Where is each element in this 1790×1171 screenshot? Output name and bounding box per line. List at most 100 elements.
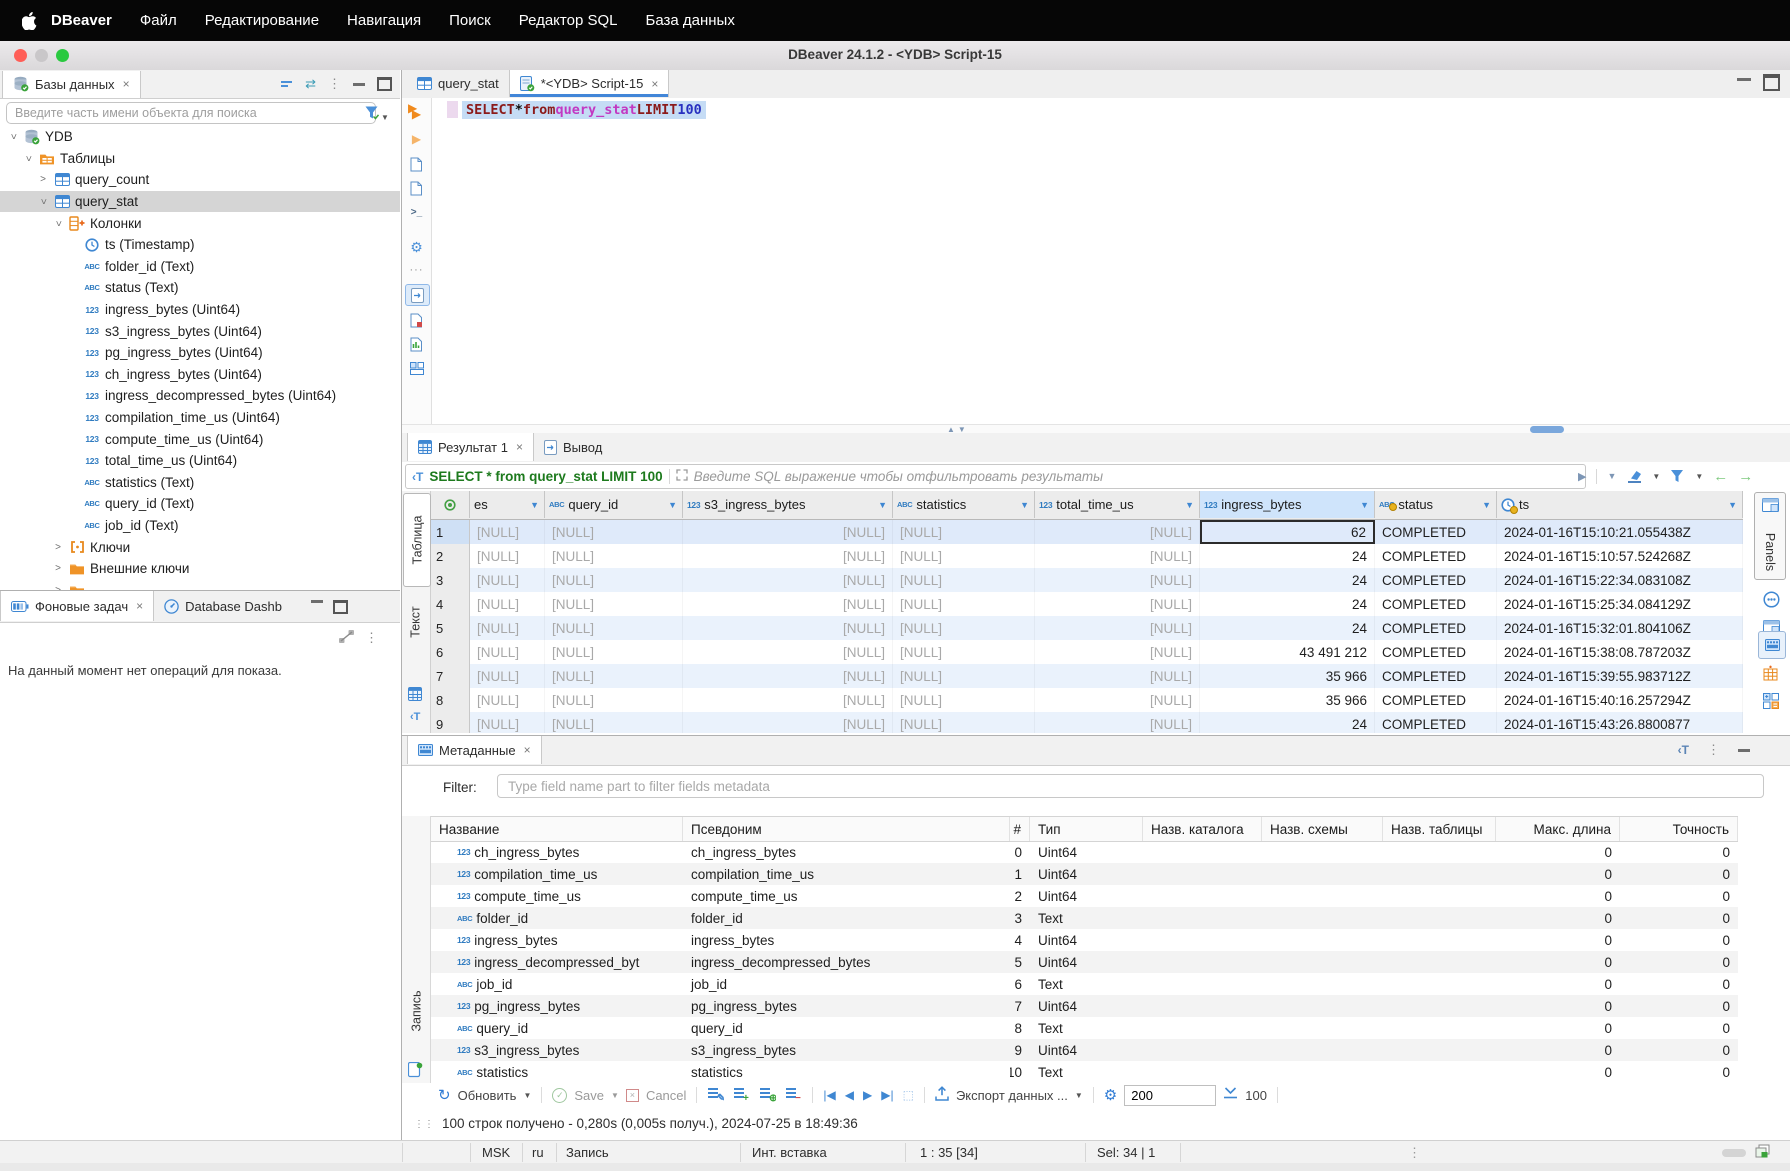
meta-cell[interactable] — [1143, 1061, 1262, 1083]
meta-cell[interactable] — [1262, 995, 1383, 1017]
meta-cell[interactable] — [1143, 973, 1262, 995]
cancel-button[interactable]: Cancel — [646, 1088, 686, 1103]
meta-cell[interactable] — [1143, 885, 1262, 907]
cell-statistics[interactable]: [NULL] — [893, 544, 1035, 568]
row-number[interactable]: 7 — [431, 664, 470, 688]
cell-statistics[interactable]: [NULL] — [893, 712, 1035, 733]
last-row-icon[interactable]: ▶| — [881, 1088, 893, 1102]
cell-ingress_bytes[interactable]: 35 966 — [1200, 664, 1375, 688]
tree-item-compilation_time_us-uint64-[interactable]: 123compilation_time_us (Uint64) — [0, 407, 400, 429]
save-button[interactable]: Save — [574, 1088, 604, 1103]
meta-cell[interactable] — [1383, 885, 1496, 907]
close-icon[interactable]: × — [136, 599, 143, 613]
minimize-icon[interactable] — [311, 600, 323, 603]
sort-dropdown-icon[interactable]: ▼ — [668, 500, 677, 510]
menubar-item-навигация[interactable]: Навигация — [333, 12, 435, 29]
cell-status[interactable]: COMPLETED — [1375, 520, 1497, 544]
meta-cell[interactable]: 0 — [1496, 951, 1620, 973]
chevron-down-icon[interactable]: > — [8, 132, 19, 142]
meta-cell[interactable] — [1262, 951, 1383, 973]
apple-icon[interactable] — [22, 12, 37, 30]
cell-ts[interactable]: 2024-01-16T15:39:55.983712Z — [1497, 664, 1743, 688]
meta-cell[interactable]: compute_time_us — [683, 885, 1010, 907]
results-tab-вывод[interactable]: Вывод — [534, 433, 612, 461]
cell-query_id[interactable]: [NULL] — [545, 640, 683, 664]
cell-status[interactable]: COMPLETED — [1375, 592, 1497, 616]
meta-cell[interactable]: 0 — [1620, 1039, 1738, 1061]
cell-query_id[interactable]: [NULL] — [545, 592, 683, 616]
menubar-item-база-данных[interactable]: База данных — [631, 12, 748, 29]
row-number[interactable]: 1 — [431, 520, 470, 544]
meta-cell[interactable] — [1383, 1061, 1496, 1083]
filter-back-icon[interactable]: ← — [1713, 468, 1728, 485]
cell-total_time_us[interactable]: [NULL] — [1035, 544, 1200, 568]
cell-total_time_us[interactable]: [NULL] — [1035, 520, 1200, 544]
metadata-panel-icon[interactable] — [1758, 631, 1786, 659]
meta-cell[interactable]: Text — [1030, 973, 1143, 995]
cell-ts[interactable]: 2024-01-16T15:10:57.524268Z — [1497, 544, 1743, 568]
tree-item-statistics-text-[interactable]: ABCstatistics (Text) — [0, 472, 400, 494]
cell-query_id[interactable]: [NULL] — [545, 616, 683, 640]
add-row-icon[interactable]: + — [733, 1086, 750, 1105]
column-header-statistics[interactable]: ABCstatistics▼ — [893, 491, 1035, 518]
search-filter-icon[interactable]: ▼ — [364, 105, 389, 123]
column-header-es[interactable]: es▼ — [470, 491, 545, 518]
meta-cell[interactable] — [1262, 1039, 1383, 1061]
chevron-down-icon[interactable]: > — [23, 153, 34, 163]
meta-cell[interactable] — [1262, 863, 1383, 885]
duplicate-row-icon[interactable]: ⊕ — [759, 1086, 776, 1105]
meta-cell[interactable] — [1143, 907, 1262, 929]
cell-statistics[interactable]: [NULL] — [893, 664, 1035, 688]
close-icon[interactable]: × — [524, 743, 531, 757]
sort-dropdown-icon[interactable]: ▼ — [1020, 500, 1029, 510]
table-row[interactable]: 6[NULL][NULL][NULL][NULL][NULL]43 491 21… — [431, 640, 1743, 664]
cell-query_id[interactable]: [NULL] — [545, 568, 683, 592]
table-row[interactable]: 9[NULL][NULL][NULL][NULL][NULL]24COMPLET… — [431, 712, 1743, 733]
apply-filter-icon[interactable]: ▶ — [1578, 470, 1586, 483]
cell-total_time_us[interactable]: [NULL] — [1035, 688, 1200, 712]
row-number[interactable]: 9 — [431, 712, 470, 733]
row-number[interactable]: 8 — [431, 688, 470, 712]
script-statistics-icon[interactable] — [405, 334, 428, 354]
value-viewer-icon[interactable] — [1761, 589, 1781, 609]
meta-cell[interactable] — [1143, 951, 1262, 973]
copy-stack-icon[interactable] — [1755, 1144, 1771, 1162]
meta-cell[interactable] — [1262, 973, 1383, 995]
meta-cell[interactable] — [1383, 973, 1496, 995]
chevron-right-icon[interactable]: > — [38, 174, 48, 185]
cell-es[interactable]: [NULL] — [470, 520, 545, 544]
select-all-indicator[interactable] — [431, 491, 470, 518]
metadata-row-compilation_time_us[interactable]: 123compilation_time_uscompilation_time_u… — [431, 863, 1738, 885]
link-with-editor-icon[interactable]: ⇄ — [305, 76, 316, 92]
meta-cell[interactable]: Uint64 — [1030, 951, 1143, 973]
cell-total_time_us[interactable]: [NULL] — [1035, 616, 1200, 640]
meta-cell[interactable] — [1383, 951, 1496, 973]
cell-status[interactable]: COMPLETED — [1375, 544, 1497, 568]
cell-status[interactable]: COMPLETED — [1375, 616, 1497, 640]
table-row[interactable]: 1[NULL][NULL][NULL][NULL][NULL]62COMPLET… — [431, 520, 1743, 544]
cell-total_time_us[interactable]: [NULL] — [1035, 640, 1200, 664]
column-header-total_time_us[interactable]: 123total_time_us▼ — [1035, 491, 1200, 518]
meta-cell[interactable]: 0 — [1010, 841, 1030, 863]
meta-cell[interactable]: 0 — [1496, 907, 1620, 929]
meta-cell[interactable]: 0 — [1496, 995, 1620, 1017]
tree-item-query_stat[interactable]: >query_stat — [0, 191, 400, 213]
cell-s3_ingress_bytes[interactable]: [NULL] — [683, 544, 893, 568]
metadata-row-s3_ingress_bytes[interactable]: 123s3_ingress_bytess3_ingress_bytes9Uint… — [431, 1039, 1738, 1061]
sort-dropdown-icon[interactable]: ▼ — [1360, 500, 1369, 510]
cell-query_id[interactable]: [NULL] — [545, 664, 683, 688]
metadata-row-statistics[interactable]: ABCstatisticsstatistics10Text00 — [431, 1061, 1738, 1083]
export-dropdown-icon[interactable]: ▼ — [1075, 1091, 1083, 1100]
meta-cell[interactable]: 4 — [1010, 929, 1030, 951]
fetch-size-input[interactable] — [1124, 1085, 1216, 1106]
meta-cell[interactable]: Uint64 — [1030, 995, 1143, 1017]
cell-ingress_bytes[interactable]: 43 491 212 — [1200, 640, 1375, 664]
meta-cell[interactable]: 0 — [1496, 885, 1620, 907]
cell-s3_ingress_bytes[interactable]: [NULL] — [683, 568, 893, 592]
meta-cell[interactable]: 7 — [1010, 995, 1030, 1017]
selection-indicator[interactable]: Sel: 34 | 1 — [1097, 1145, 1155, 1160]
cell-ts[interactable]: 2024-01-16T15:10:21.055438Z — [1497, 520, 1743, 544]
cell-s3_ingress_bytes[interactable]: [NULL] — [683, 712, 893, 733]
expand-filter-icon[interactable] — [676, 469, 688, 484]
view-menu-icon[interactable]: ⋮ — [365, 630, 378, 646]
